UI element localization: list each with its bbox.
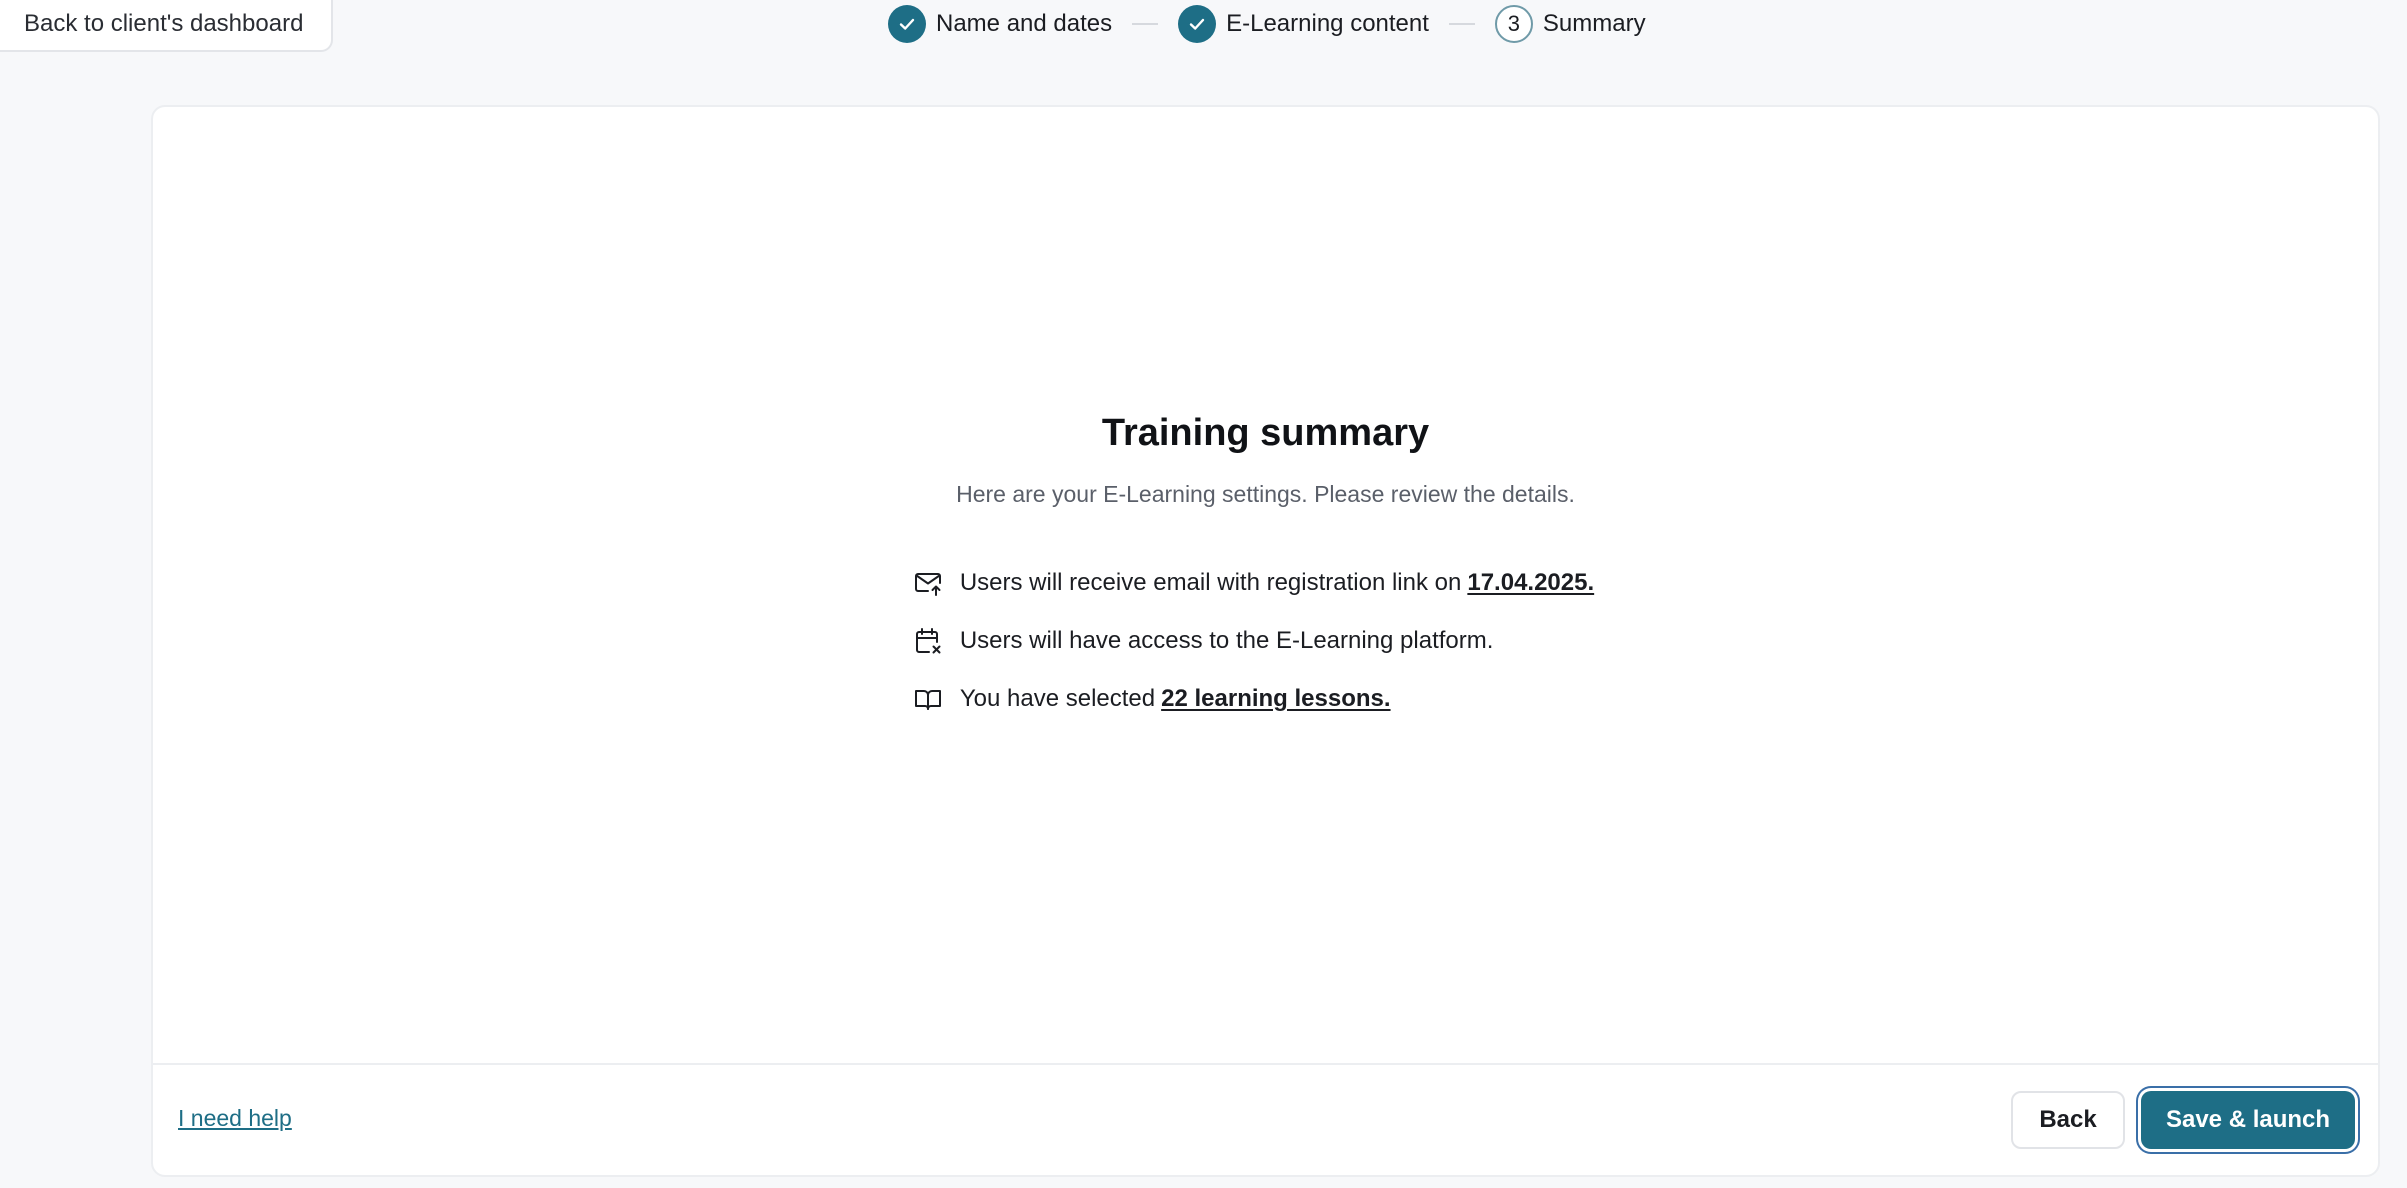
- step-label: Name and dates: [936, 10, 1113, 37]
- check-icon: [1178, 5, 1217, 43]
- check-icon: [888, 5, 926, 43]
- back-to-dashboard-button[interactable]: Back to client's dashboard: [0, 0, 334, 52]
- step-number: 3: [1494, 5, 1533, 43]
- step-name-and-dates: Name and dates: [888, 5, 1112, 43]
- summary-list: Users will receive email with registrati…: [912, 554, 1594, 728]
- card-footer: I need help Back Save & launch: [153, 1063, 2378, 1175]
- step-separator: [1132, 23, 1159, 25]
- item-lessons-count[interactable]: 22 learning lessons.: [1161, 685, 1390, 713]
- page-title: Training summary: [1101, 412, 1430, 454]
- list-item: Users will have access to the E-Learning…: [912, 612, 1594, 670]
- save-launch-button[interactable]: Save & launch: [2141, 1091, 2355, 1149]
- mail-upload-icon: [912, 567, 944, 599]
- list-item: You have selected 22 learning lessons.: [912, 670, 1594, 728]
- item-text: Users will have access to the E-Learning…: [959, 627, 1494, 654]
- back-button[interactable]: Back: [2011, 1091, 2125, 1149]
- list-item: Users will receive email with registrati…: [912, 554, 1594, 612]
- step-summary: 3 Summary: [1494, 5, 1646, 43]
- item-text: Users will receive email with registrati…: [959, 569, 1462, 596]
- calendar-x-icon: [912, 625, 944, 657]
- step-label: Summary: [1542, 10, 1646, 37]
- step-separator: [1448, 23, 1475, 25]
- book-open-icon: [912, 683, 944, 715]
- item-text: You have selected: [959, 685, 1156, 712]
- page-subtitle: Here are your E-Learning settings. Pleas…: [956, 481, 1575, 507]
- step-label: E-Learning content: [1226, 10, 1429, 37]
- page: Back to client's dashboard Name and date…: [0, 0, 2407, 1188]
- stepper: Name and dates E-Learning content 3 Summ…: [888, 5, 1646, 43]
- item-date: 17.04.2025.: [1467, 569, 1595, 596]
- summary-content: Training summary Here are your E-Learnin…: [153, 412, 2378, 728]
- step-elearning-content: E-Learning content: [1178, 5, 1429, 43]
- summary-card: Training summary Here are your E-Learnin…: [151, 105, 2380, 1177]
- help-link[interactable]: I need help: [178, 1105, 292, 1132]
- back-to-dashboard-label: Back to client's dashboard: [24, 10, 304, 37]
